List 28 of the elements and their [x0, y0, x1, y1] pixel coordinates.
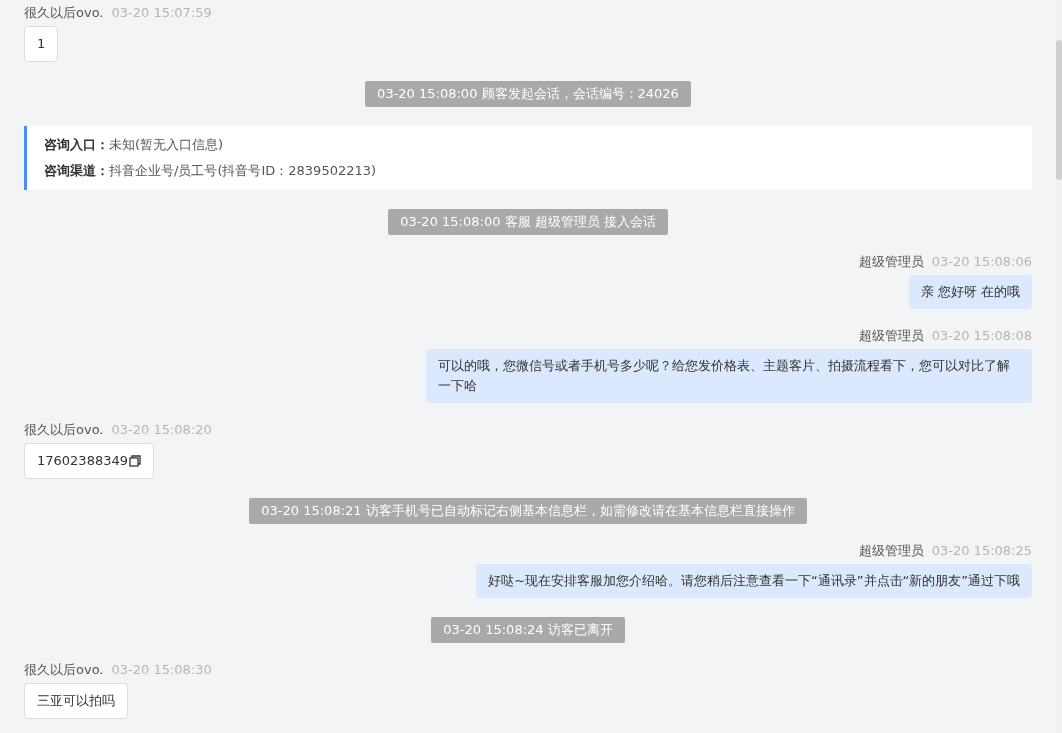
- message-time: 03-20 15:08:08: [931, 328, 1032, 344]
- message-bubble: 好哒~现在安排客服加您介绍哈。请您稍后注意查看一下“通讯录”并点击“新的朋友”通过下哦: [476, 564, 1032, 598]
- field-label: 咨询入口：: [44, 136, 109, 154]
- sender-name: 超级管理员: [858, 543, 924, 559]
- system-notice: 03-20 15:08:21 访客手机号已自动标记右侧基本信息栏，如需修改请在基本信息栏直接操作: [249, 498, 807, 524]
- message-bubble: 亲 您好呀 在的哦: [908, 275, 1032, 309]
- message-time: 03-20 15:08:20: [111, 422, 212, 438]
- scrollbar[interactable]: [1056, 0, 1062, 733]
- sender-name: 很久以后ovo.: [24, 422, 104, 438]
- message-bubble: 17602388349: [24, 443, 154, 479]
- message-bubble: 可以的哦，您微信号或者手机号多少呢？给您发价格表、主题客片、拍摄流程看下，您可以对比了解一下哈: [426, 349, 1032, 403]
- field-value: 未知(暂无入口信息): [109, 136, 224, 154]
- message-time: 03-20 15:08:30: [111, 662, 212, 678]
- sender-name: 很久以后ovo.: [24, 5, 104, 21]
- message-time: 03-20 15:08:06: [931, 254, 1032, 270]
- message-time: 03-20 15:07:59: [111, 5, 212, 21]
- sender-name: 很久以后ovo.: [24, 662, 104, 678]
- sender-name: 超级管理员: [858, 328, 924, 344]
- message-time: 03-20 15:08:25: [931, 543, 1032, 559]
- message-bubble: 三亚可以拍吗: [24, 683, 128, 719]
- message-bubble: 1: [24, 26, 59, 62]
- system-notice: 03-20 15:08:00 客服 超级管理员 接入会话: [388, 209, 668, 235]
- copy-icon[interactable]: [129, 455, 141, 467]
- field-label: 咨询渠道：: [44, 162, 109, 180]
- system-notice: 03-20 15:08:00 顾客发起会话，会话编号：24026: [365, 81, 691, 107]
- system-notice: 03-20 15:08:24 访客已离开: [431, 617, 625, 643]
- sender-name: 超级管理员: [858, 254, 924, 270]
- field-value: 抖音企业号/员工号(抖音号ID：2839502213): [109, 162, 377, 180]
